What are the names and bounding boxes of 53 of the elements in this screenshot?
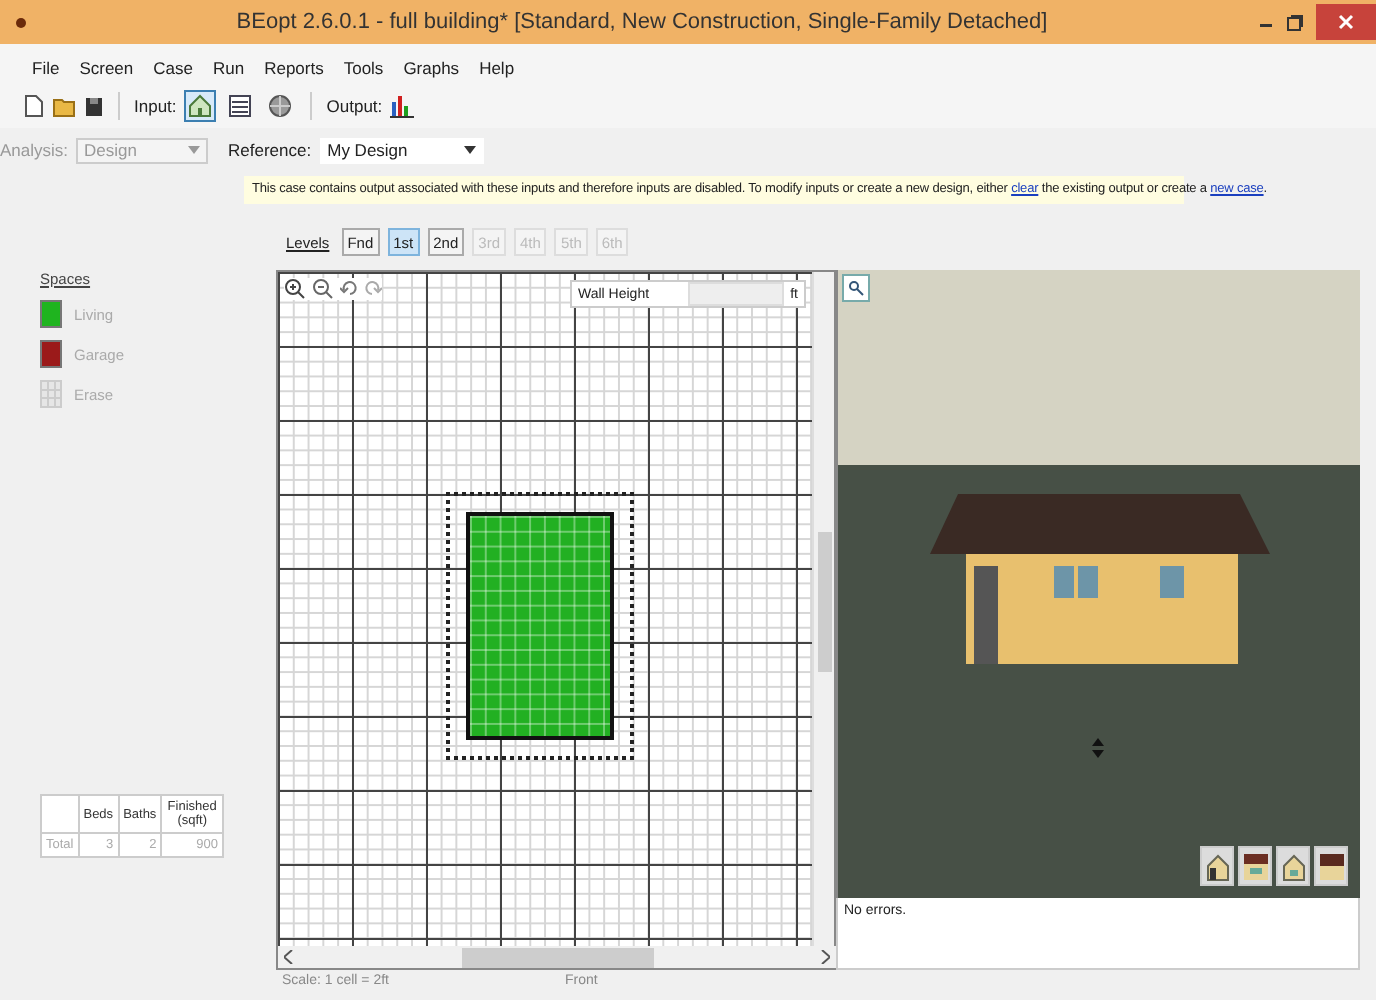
- app-icon: [16, 17, 26, 27]
- house-icon: [188, 94, 213, 118]
- menu-item[interactable]: Tools: [343, 57, 384, 77]
- camera-view-button[interactable]: [1200, 846, 1234, 886]
- zoom-out-icon[interactable]: [312, 278, 334, 300]
- orbit-cursor-icon: [1092, 738, 1104, 758]
- globe-view-button[interactable]: [264, 90, 297, 122]
- folder-icon[interactable]: [52, 95, 76, 117]
- zoom-in-icon[interactable]: [284, 278, 306, 300]
- menu-item[interactable]: Case: [153, 57, 193, 77]
- menu-item[interactable]: Reports: [264, 57, 324, 77]
- restore-icon[interactable]: [1286, 13, 1304, 31]
- living-room-area[interactable]: [466, 512, 614, 740]
- horizontal-scrollbar[interactable]: [276, 946, 836, 970]
- reference-label: Reference:: [228, 140, 312, 160]
- house-back-icon: [1317, 851, 1345, 881]
- camera-view-button[interactable]: [1238, 846, 1272, 886]
- input-label: Input:: [134, 96, 177, 116]
- space-swatch[interactable]: [40, 300, 62, 328]
- new-file-icon[interactable]: [24, 94, 44, 118]
- floor-outline[interactable]: [446, 492, 634, 760]
- close-button[interactable]: [1316, 4, 1376, 40]
- house-view-button[interactable]: [184, 90, 217, 122]
- caret-icon: [463, 146, 476, 154]
- menu-item[interactable]: Run: [212, 57, 245, 77]
- analysis-label: Analysis:: [0, 140, 69, 160]
- bar-chart-icon[interactable]: [390, 94, 415, 118]
- wall-height-field[interactable]: [688, 282, 785, 306]
- house-corner-icon: [1279, 851, 1307, 881]
- camera-view-button[interactable]: [1276, 846, 1310, 886]
- save-icon[interactable]: [84, 95, 104, 117]
- magnifier-icon: [848, 280, 864, 296]
- menu-item[interactable]: Screen: [79, 57, 134, 77]
- window-title: BEopt 2.6.0.1 - full building* [Standard, New Construction, Single-Family Detached]: [234, 10, 1050, 34]
- menu-item[interactable]: Help: [479, 57, 515, 77]
- undo-icon[interactable]: [340, 278, 358, 296]
- house-side-icon: [1203, 851, 1231, 881]
- list-view-button[interactable]: [224, 90, 257, 122]
- menu-item[interactable]: File: [32, 57, 60, 77]
- globe-icon: [268, 94, 293, 118]
- menu-item[interactable]: Graphs: [403, 57, 460, 77]
- view-tool-button[interactable]: [842, 274, 870, 302]
- list-icon: [228, 94, 253, 118]
- camera-view-button[interactable]: [1314, 846, 1348, 886]
- space-swatch[interactable]: [40, 340, 62, 368]
- vertical-scrollbar[interactable]: [812, 272, 834, 946]
- house-front-icon: [1241, 851, 1269, 881]
- scroll-right-icon[interactable]: [820, 950, 830, 964]
- reference-dropdown[interactable]: My Design: [319, 137, 484, 163]
- output-label: Output:: [326, 96, 383, 116]
- scroll-left-icon[interactable]: [284, 950, 294, 964]
- caret-icon: [188, 146, 201, 154]
- close-icon: [1338, 14, 1354, 30]
